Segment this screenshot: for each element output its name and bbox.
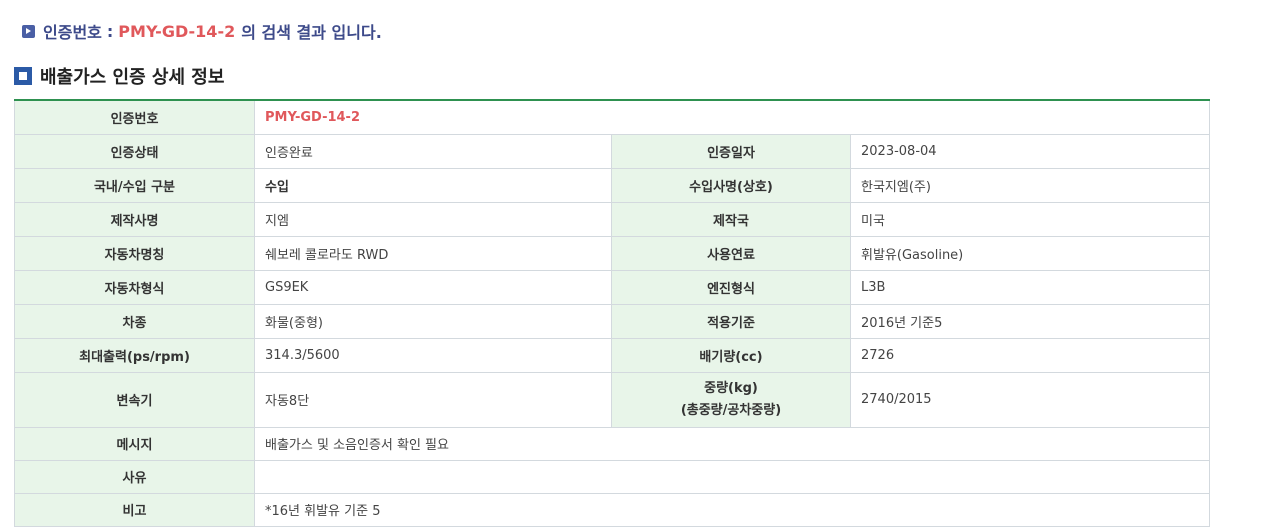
transmission-value: 자동8단 [254,371,612,428]
cert-status-label: 인증상태 [14,133,255,169]
importer-label: 수입사명(상호) [611,167,851,203]
table-row: 차종 화물(중형) 적용기준 2016년 기준5 [14,303,1211,339]
vehicle-type-label: 자동차형식 [14,269,255,305]
remark-label: 비고 [14,492,255,527]
country-value: 미국 [849,201,1211,237]
vehicle-class-label: 차종 [14,303,255,339]
cert-detail-table: 인증번호 PMY-GD-14-2 인증상태 인증완료 인증일자 2023-08-… [14,99,1211,527]
table-row: 자동차명칭 쉐보레 콜로라도 RWD 사용연료 휘발유(Gasoline) [14,235,1211,271]
search-result-value: PMY-GD-14-2 [118,21,236,41]
reason-value [253,459,1211,494]
cert-no-label: 인증번호 [14,99,255,135]
table-row: 비고 *16년 휘발유 기준 5 [14,492,1211,527]
max-output-label: 최대출력(ps/rpm) [14,337,255,373]
displacement-value: 2726 [849,337,1211,373]
table-row: 인증번호 PMY-GD-14-2 [14,99,1211,135]
manufacturer-value: 지엠 [254,201,612,237]
domestic-import-label: 국내/수입 구분 [14,167,255,203]
table-row: 사유 [14,459,1211,494]
standard-label: 적용기준 [611,303,851,339]
search-result-label: 인증번호 [43,23,102,42]
table-row: 제작사명 지엠 제작국 미국 [14,201,1211,237]
table-row: 최대출력(ps/rpm) 314.3/5600 배기량(cc) 2726 [14,337,1211,373]
weight-label-line2: (총중량/공차중량) [680,402,782,418]
message-label: 메시지 [14,426,255,461]
section-title: 배출가스 인증 상세 정보 [14,62,224,90]
standard-value: 2016년 기준5 [849,303,1211,339]
engine-type-value: L3B [849,269,1211,305]
vehicle-type-value: GS9EK [254,269,612,305]
table-row: 국내/수입 구분 수입 수입사명(상호) 한국지엠(주) [14,167,1211,203]
cert-date-label: 인증일자 [611,133,851,169]
weight-value: 2740/2015 [849,371,1211,428]
weight-label: 중량(kg) (총중량/공차중량) [611,371,851,428]
page: 인증번호 : PMY-GD-14-2 의 검색 결과 입니다. 배출가스 인증 … [0,0,1262,532]
weight-label-line1: 중량(kg) [704,380,758,396]
domestic-import-value: 수입 [254,167,612,203]
manufacturer-label: 제작사명 [14,201,255,237]
transmission-label: 변속기 [14,371,255,428]
max-output-value: 314.3/5600 [254,337,612,373]
fuel-label: 사용연료 [611,235,851,271]
importer-value: 한국지엠(주) [849,167,1211,203]
fuel-value: 휘발유(Gasoline) [849,235,1211,271]
remark-value: *16년 휘발유 기준 5 [253,492,1211,527]
table-row: 인증상태 인증완료 인증일자 2023-08-04 [14,133,1211,169]
vehicle-name-label: 자동차명칭 [14,235,255,271]
vehicle-name-value: 쉐보레 콜로라도 RWD [254,235,612,271]
cert-no-value-text: PMY-GD-14-2 [265,109,360,125]
message-value: 배출가스 및 소음인증서 확인 필요 [253,426,1211,461]
domestic-import-value-text: 수입 [265,179,289,195]
arrow-bullet-icon [22,24,35,38]
section-title-text: 배출가스 인증 상세 정보 [40,67,225,88]
search-result-colon: : [106,21,114,41]
cert-date-value: 2023-08-04 [849,133,1211,169]
displacement-label: 배기량(cc) [611,337,851,373]
cert-status-value: 인증완료 [254,133,612,169]
table-row: 메시지 배출가스 및 소음인증서 확인 필요 [14,426,1211,461]
square-bullet-icon [14,67,32,85]
reason-label: 사유 [14,459,255,494]
table-row: 자동차형식 GS9EK 엔진형식 L3B [14,269,1211,305]
vehicle-class-value: 화물(중형) [254,303,612,339]
cert-no-value: PMY-GD-14-2 [253,99,1211,135]
table-row: 변속기 자동8단 중량(kg) (총중량/공차중량) 2740/2015 [14,371,1211,428]
country-label: 제작국 [611,201,851,237]
search-result-heading: 인증번호 : PMY-GD-14-2 의 검색 결과 입니다. [22,18,382,44]
engine-type-label: 엔진형식 [611,269,851,305]
search-result-suffix: 의 검색 결과 입니다. [241,23,382,42]
